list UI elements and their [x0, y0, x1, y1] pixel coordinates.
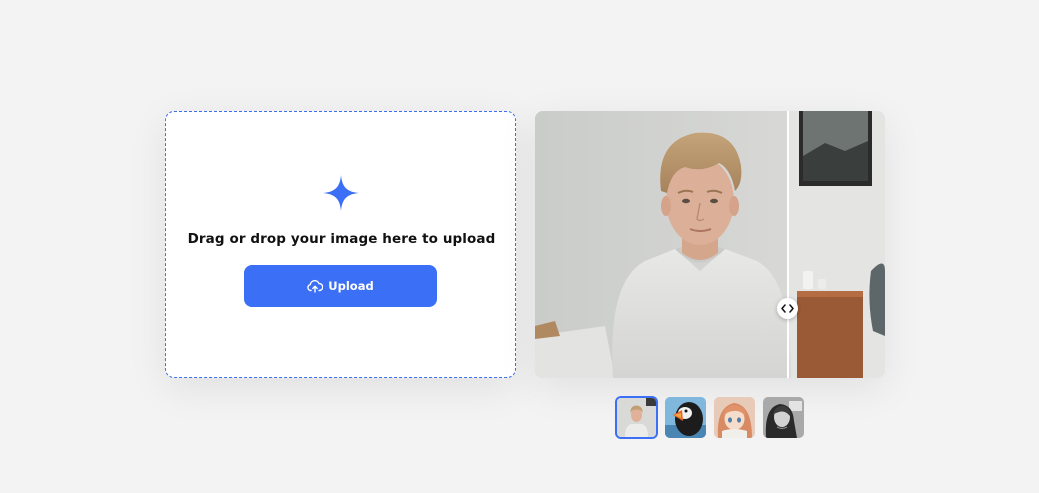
sparkle-icon	[323, 175, 359, 211]
compare-divider[interactable]	[787, 111, 789, 378]
preview-photo	[535, 111, 885, 378]
sample-thumb-anime-girl[interactable]	[714, 397, 755, 438]
sample-thumb-young-man[interactable]	[615, 396, 658, 439]
image-enhancer-workspace: Drag or drop your image here to upload U…	[0, 0, 1039, 493]
upload-prompt: Drag or drop your image here to upload	[187, 231, 496, 247]
upload-button-label: Upload	[328, 279, 374, 293]
left-right-arrows-icon	[781, 304, 794, 313]
before-after-preview[interactable]	[535, 111, 885, 378]
sample-thumb-puffin[interactable]	[665, 397, 706, 438]
upload-dropzone[interactable]: Drag or drop your image here to upload U…	[165, 111, 516, 378]
cloud-upload-icon	[307, 279, 324, 293]
upload-button[interactable]: Upload	[244, 265, 437, 307]
compare-handle[interactable]	[777, 298, 798, 319]
sample-thumb-bw-woman[interactable]	[763, 397, 804, 438]
